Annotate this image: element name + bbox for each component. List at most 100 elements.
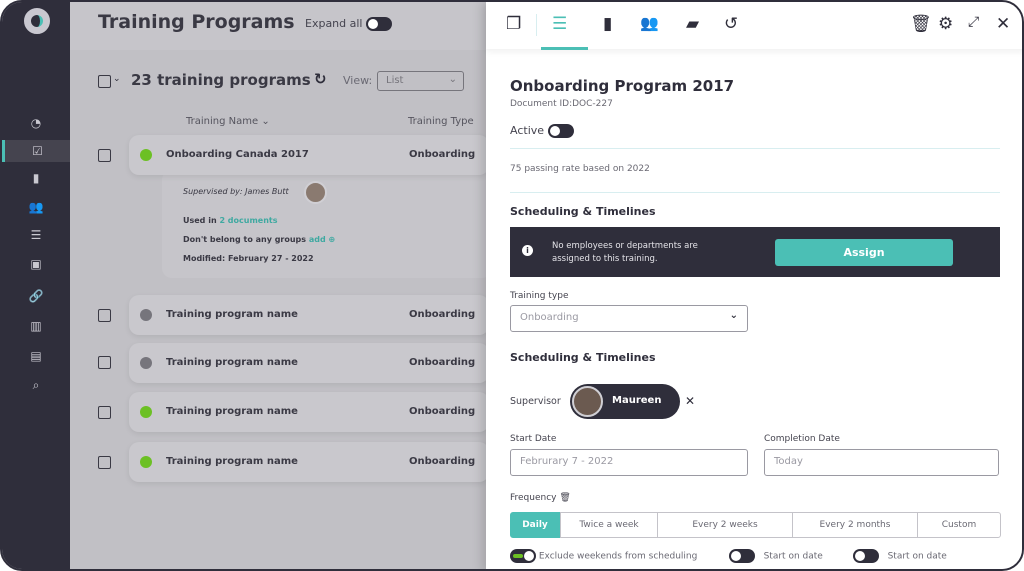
table-row[interactable]: Training program name Onboarding <box>129 392 489 432</box>
program-title: Onboarding Program 2017 <box>510 77 735 95</box>
add-circle-icon[interactable]: ⊕ <box>329 235 336 244</box>
section-heading: Scheduling & Timelines <box>510 351 656 364</box>
documents-link[interactable]: 2 documents <box>219 216 277 225</box>
remove-supervisor-icon[interactable]: ✕ <box>685 394 695 408</box>
row-checkbox[interactable] <box>98 149 111 162</box>
notice-text: No employees or departments are assigned… <box>552 241 698 264</box>
copy-icon[interactable]: ❐ <box>506 14 521 34</box>
frequency-every-2-months[interactable]: Every 2 months <box>792 512 918 538</box>
add-group-link[interactable]: add <box>309 235 326 244</box>
details-tab-icon[interactable]: ☰ <box>552 14 567 34</box>
assign-notice: i No employees or departments are assign… <box>510 227 1000 277</box>
page-title: Training Programs <box>98 11 295 33</box>
row-checkbox[interactable] <box>98 309 111 322</box>
close-icon[interactable]: ✕ <box>996 14 1010 34</box>
detail-panel: ❐ ☰ ▮ 👥 ▰ ↺ 🗑 ⚙ ⤢ ✕ Onboarding Program 2… <box>486 2 1022 569</box>
expand-icon[interactable]: ⤢ <box>968 14 979 30</box>
frequency-daily[interactable]: Daily <box>510 512 560 538</box>
document-icon[interactable]: ▮ <box>603 14 612 34</box>
training-type-value: Onboarding <box>520 312 579 323</box>
training-name: Training program name <box>166 456 298 467</box>
divider <box>536 14 537 36</box>
training-name: Training program name <box>166 357 298 368</box>
passing-rate: 75 passing rate based on 2022 <box>510 164 650 174</box>
trash-icon[interactable]: 🗑 <box>910 14 932 34</box>
comments-icon[interactable]: ▰ <box>686 14 699 34</box>
avatar <box>304 181 327 204</box>
gear-icon[interactable]: ⚙ <box>938 14 953 34</box>
start-on-date-toggle[interactable] <box>729 549 755 563</box>
supervised-by: Supervised by: James Butt <box>183 187 289 196</box>
sidebar: ◔ ☑ ▮ 👥 ☰ ▣ 🔗 ▥ ▤ ⌕ <box>2 2 70 569</box>
history-icon[interactable]: ↺ <box>724 14 738 34</box>
training-type: Onboarding <box>409 357 476 368</box>
expand-all[interactable]: Expand all <box>305 17 392 31</box>
table-icon[interactable]: ▤ <box>2 345 70 367</box>
status-dot <box>140 357 152 369</box>
section-heading: Scheduling & Timelines <box>510 205 656 218</box>
view-label: View: <box>343 74 373 87</box>
active-tab-indicator <box>541 47 588 50</box>
start-on-date-1: Start on date <box>729 549 823 563</box>
row-checkbox[interactable] <box>98 406 111 419</box>
supervisor-name: Maureen <box>612 395 662 406</box>
active-label: Active <box>510 124 545 137</box>
exclude-weekends: Exclude weekends from scheduling <box>510 549 697 563</box>
refresh-icon[interactable]: ↻ <box>314 70 327 88</box>
assign-button[interactable]: Assign <box>775 239 953 266</box>
dashboard-icon[interactable]: ◔ <box>2 112 70 134</box>
view-select-value: List <box>386 75 404 86</box>
active-toggle[interactable] <box>547 124 574 138</box>
trash-icon[interactable]: 🗑 <box>559 493 570 503</box>
column-training-type[interactable]: Training Type <box>408 116 474 127</box>
frequency-custom[interactable]: Custom <box>917 512 1001 538</box>
row-checkbox[interactable] <box>98 456 111 469</box>
table-row[interactable]: Training program name Onboarding <box>129 442 489 482</box>
supervisor-label: Supervisor <box>510 396 561 407</box>
groups-label: Don't belong to any groups <box>183 235 307 244</box>
checklist-icon[interactable]: ☑ <box>2 140 70 162</box>
info-icon: i <box>522 245 533 256</box>
column-label: Training Name <box>186 116 259 127</box>
start-on-date-toggle[interactable] <box>853 549 879 563</box>
exclude-weekends-label: Exclude weekends from scheduling <box>538 551 698 562</box>
frequency-every-2-weeks[interactable]: Every 2 weeks <box>657 512 793 538</box>
frequency-label: Frequency 🗑 <box>510 493 571 503</box>
table-row[interactable]: Training program name Onboarding <box>129 343 489 383</box>
document-id: Document ID:DOC-227 <box>510 99 613 109</box>
start-on-date-2: Start on date <box>853 549 947 563</box>
link-icon[interactable]: 🔗 <box>2 285 70 307</box>
frequency-text: Frequency <box>510 493 557 503</box>
expand-all-label: Expand all <box>305 17 363 30</box>
search-icon[interactable]: ⌕ <box>2 374 70 396</box>
table-row[interactable]: Training program name Onboarding <box>129 295 489 335</box>
select-all-checkbox[interactable] <box>98 75 111 88</box>
table-row[interactable]: Onboarding Canada 2017 Onboarding <box>129 135 489 175</box>
start-date-input[interactable]: Februrary 7 - 2022 <box>510 449 748 476</box>
modified-date: Modified: February 27 - 2022 <box>183 254 314 263</box>
exclude-weekends-toggle[interactable] <box>510 549 536 563</box>
row-checkbox[interactable] <box>98 356 111 369</box>
list-icon[interactable]: ☰ <box>2 224 70 246</box>
program-count: 23 training programs <box>131 71 311 89</box>
status-dot <box>140 406 152 418</box>
users-icon[interactable]: 👥 <box>2 196 70 218</box>
training-type: Onboarding <box>409 309 476 320</box>
training-type: Onboarding <box>409 149 476 160</box>
chevron-down-icon[interactable]: ⌄ <box>113 74 121 84</box>
barcode-icon[interactable]: ▥ <box>2 315 70 337</box>
used-in: Used in 2 documents <box>183 216 278 225</box>
view-select[interactable]: List ⌄ <box>377 71 464 91</box>
users-icon[interactable]: 👥 <box>640 14 659 32</box>
app-window: ◔ ☑ ▮ 👥 ☰ ▣ 🔗 ▥ ▤ ⌕ Training Programs Ex… <box>0 0 1024 571</box>
column-training-name[interactable]: Training Name ⌄ <box>186 116 270 127</box>
divider <box>510 148 1000 149</box>
media-icon[interactable]: ▣ <box>2 253 70 275</box>
avatar <box>572 386 603 417</box>
completion-date-input[interactable]: Today <box>764 449 999 476</box>
training-type-select[interactable]: Onboarding ⌄ <box>510 305 748 332</box>
supervisor-chip[interactable]: Maureen <box>570 384 680 419</box>
document-icon[interactable]: ▮ <box>2 167 70 189</box>
frequency-twice-a-week[interactable]: Twice a week <box>560 512 658 538</box>
expand-all-toggle[interactable] <box>366 17 392 31</box>
